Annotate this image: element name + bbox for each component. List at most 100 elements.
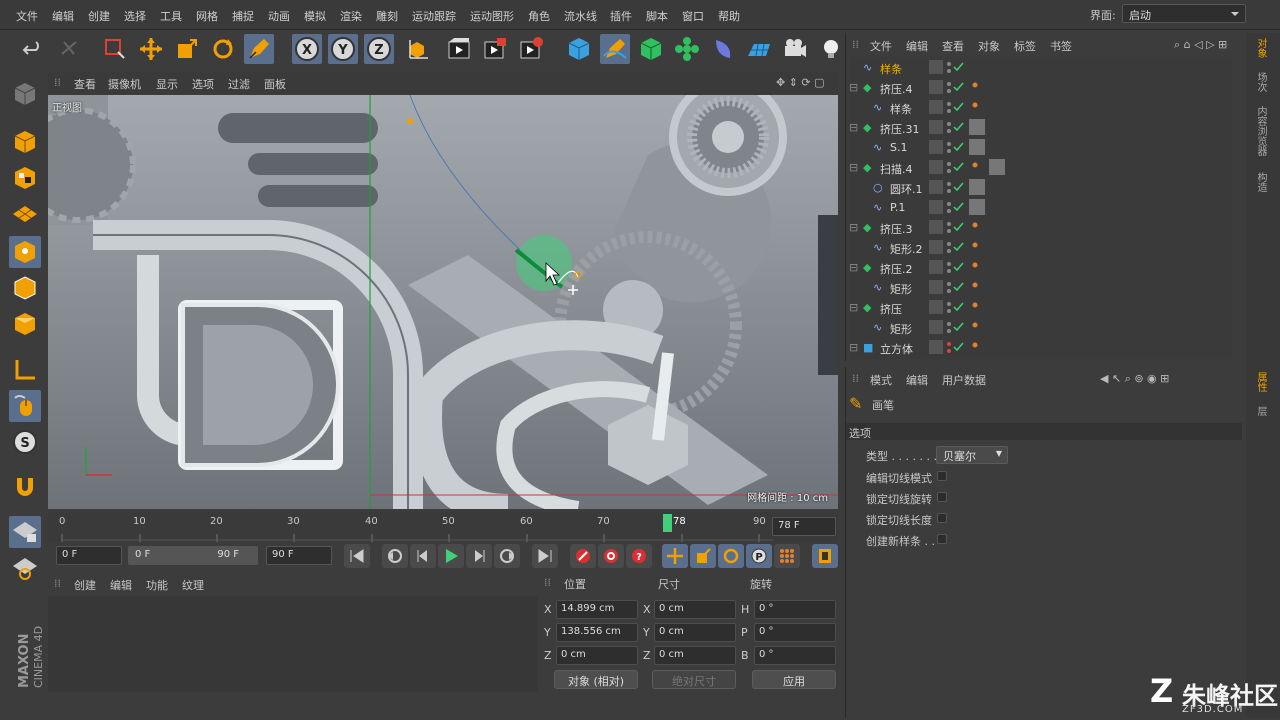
expand-icon[interactable]: ⊟ [849, 301, 858, 314]
pen-spline-icon[interactable] [600, 34, 630, 64]
menu-create[interactable]: 创建 [88, 8, 110, 24]
viewport-menu-camera[interactable]: 摄像机 [108, 76, 141, 92]
key-rotation-icon[interactable] [718, 544, 744, 568]
object-row[interactable]: ∿ 样条 [849, 98, 1229, 118]
go-to-end-icon[interactable] [532, 544, 558, 568]
menu-tools[interactable]: 工具 [160, 8, 182, 24]
object-search-icon[interactable]: ⌕ ⌂ ◁ ▷ ⊞ [1174, 38, 1227, 52]
object-flags-column[interactable] [929, 58, 1039, 358]
current-frame-field[interactable]: 78 F [772, 517, 836, 536]
material-menu-function[interactable]: 功能 [146, 577, 168, 593]
key-position-icon[interactable] [662, 544, 688, 568]
tweak-mode-icon[interactable] [9, 390, 41, 422]
tab-layers[interactable]: 层 [1252, 406, 1266, 416]
object-menu-file[interactable]: 文件 [870, 38, 892, 54]
rot-b-field[interactable]: 0 ° [754, 646, 836, 665]
live-select-icon[interactable] [100, 34, 130, 64]
size-z-field[interactable]: 0 cm [654, 646, 736, 665]
option-lock-tangent-rotation-checkbox[interactable] [937, 492, 947, 502]
tab-attributes[interactable]: 属性 [1252, 372, 1266, 392]
panel-grip-icon[interactable]: ⁞⁞ [54, 577, 61, 590]
timeline-window-icon[interactable] [812, 544, 838, 568]
rot-p-field[interactable]: 0 ° [754, 623, 836, 642]
object-row[interactable]: ⊟ ◆ 挤压.31 [849, 118, 1229, 138]
timeline-ruler[interactable]: 0 10 20 30 40 50 60 70 78 90 78 F [48, 512, 838, 542]
key-parameter-icon[interactable]: P [746, 544, 772, 568]
undo-icon[interactable] [18, 34, 48, 64]
object-row[interactable]: ⊟ ◆ 扫描.4 [849, 158, 1229, 178]
object-menu-objects[interactable]: 对象 [978, 38, 1000, 54]
size-y-field[interactable]: 0 cm [654, 623, 736, 642]
object-row[interactable]: ⊟ ◆ 挤压.3 [849, 218, 1229, 238]
size-x-field[interactable]: 0 cm [654, 600, 736, 619]
menu-sculpt[interactable]: 雕刻 [376, 8, 398, 24]
coordinate-system-icon[interactable] [402, 34, 432, 64]
pen-tool-icon[interactable] [244, 34, 274, 64]
panel-grip-icon[interactable]: ⁞⁞ [852, 38, 859, 51]
object-row[interactable]: ∿ 样条 [849, 58, 1229, 78]
viewport-menu-view[interactable]: 查看 [74, 76, 96, 92]
expand-icon[interactable]: ⊟ [849, 121, 858, 134]
menu-window[interactable]: 窗口 [682, 8, 704, 24]
rot-h-field[interactable]: 0 ° [754, 600, 836, 619]
options-section-header[interactable]: 选项 [846, 423, 1242, 440]
object-row[interactable]: ∿ S.1 [849, 138, 1229, 158]
render-picture-viewer-icon[interactable] [480, 34, 510, 64]
redo-icon[interactable] [54, 34, 84, 64]
material-menu-texture[interactable]: 纹理 [182, 577, 204, 593]
menu-simulate[interactable]: 模拟 [304, 8, 326, 24]
menu-file[interactable]: 文件 [16, 8, 38, 24]
menu-snap[interactable]: 捕捉 [232, 8, 254, 24]
panel-grip-icon[interactable]: ⁞⁞ [54, 76, 61, 89]
axis-mode-icon[interactable] [9, 354, 41, 386]
menu-plugins[interactable]: 插件 [610, 8, 632, 24]
next-frame-icon[interactable] [466, 544, 492, 568]
menu-mograph[interactable]: 运动图形 [470, 8, 514, 24]
pos-y-field[interactable]: 138.556 cm [556, 623, 638, 642]
texture-mode-icon[interactable] [9, 162, 41, 194]
menu-render[interactable]: 渲染 [340, 8, 362, 24]
attr-menu-userdata[interactable]: 用户数据 [942, 372, 986, 388]
object-row[interactable]: ⊟ ◆ 挤压.2 [849, 258, 1229, 278]
key-scale-icon[interactable] [690, 544, 716, 568]
next-key-icon[interactable] [494, 544, 520, 568]
floor-icon[interactable] [744, 34, 774, 64]
pos-x-field[interactable]: 14.899 cm [556, 600, 638, 619]
expand-icon[interactable]: ⊟ [849, 221, 858, 234]
start-frame-field[interactable]: 0 F [56, 546, 122, 565]
menu-mesh[interactable]: 网格 [196, 8, 218, 24]
menu-character[interactable]: 角色 [528, 8, 550, 24]
lock-workplane-icon[interactable] [9, 516, 41, 548]
object-row[interactable]: ∿ 矩形 [849, 318, 1229, 338]
apply-button[interactable]: 应用 [752, 670, 836, 689]
attr-nav-icons[interactable]: ◀ ↖ ⌕ ⊚ ◉ ⊞ [1100, 372, 1169, 386]
tab-objects[interactable]: 对象 [1252, 38, 1266, 58]
viewport-menu-filter[interactable]: 过滤 [228, 76, 250, 92]
expand-icon[interactable]: ⊟ [849, 161, 858, 174]
option-edit-tangent-checkbox[interactable] [937, 471, 947, 481]
prev-frame-icon[interactable] [410, 544, 436, 568]
layout-select[interactable]: 启动 [1122, 4, 1246, 23]
menu-help[interactable]: 帮助 [718, 8, 740, 24]
option-lock-tangent-length-checkbox[interactable] [937, 513, 947, 523]
workplane-icon[interactable] [9, 198, 41, 230]
y-axis-icon[interactable]: Y [328, 34, 358, 64]
play-icon[interactable] [438, 544, 464, 568]
keyframe-help-icon[interactable]: ? [626, 544, 652, 568]
attr-menu-mode[interactable]: 模式 [870, 372, 892, 388]
object-row[interactable]: ⊟ ■ 立方体 [849, 338, 1229, 358]
rotate-icon[interactable] [208, 34, 238, 64]
move-icon[interactable] [136, 34, 166, 64]
cloner-icon[interactable] [672, 34, 702, 64]
polygons-mode-icon[interactable] [9, 308, 41, 340]
end-frame-field[interactable]: 90 F [266, 546, 332, 565]
planar-workplane-icon[interactable] [9, 552, 41, 584]
x-axis-icon[interactable]: X [292, 34, 322, 64]
viewport-front[interactable]: 正视图 网格间距 : 10 cm [48, 95, 838, 509]
tab-takes[interactable]: 场次 [1252, 72, 1266, 92]
object-menu-edit[interactable]: 编辑 [906, 38, 928, 54]
light-icon[interactable] [816, 34, 846, 64]
tab-structure[interactable]: 构造 [1252, 172, 1266, 192]
viewport-nav-icons[interactable]: ✥ ⇕ ⟳ ▢ [776, 76, 825, 89]
menu-pipeline[interactable]: 流水线 [564, 8, 597, 24]
